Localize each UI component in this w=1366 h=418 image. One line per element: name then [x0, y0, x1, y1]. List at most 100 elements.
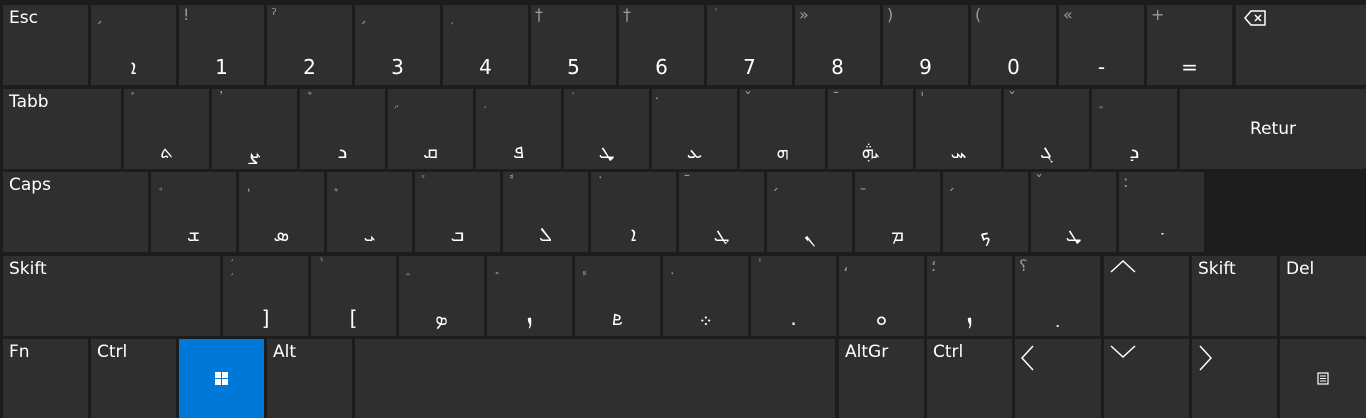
- top-letter-key-8[interactable]: ˇܗ: [740, 89, 825, 169]
- top-letter-key-6[interactable]: ܿܜ: [564, 89, 649, 169]
- bottom-letter-key-2[interactable]: ܵ[: [311, 256, 396, 336]
- altgr-key[interactable]: AltGr: [839, 339, 924, 418]
- arrow-down-key[interactable]: [1104, 339, 1189, 418]
- home-letter-key-11[interactable]: ˇܜ: [1031, 172, 1116, 252]
- key-primary-glyph: 8: [831, 55, 844, 79]
- space-key[interactable]: [355, 339, 835, 418]
- arrow-left-key[interactable]: [1015, 339, 1101, 418]
- top-letter-key-2[interactable]: ܳܨ: [212, 89, 297, 169]
- key-primary-glyph: ܚ: [950, 139, 967, 163]
- delete-key[interactable]: Del: [1280, 256, 1366, 336]
- key-primary-glyph: ܧ: [612, 306, 623, 330]
- top-letter-key-1[interactable]: ܰܬ: [124, 89, 209, 169]
- key-secondary-symbol: ˏ: [947, 172, 955, 191]
- top-letter-key-11[interactable]: ˇܓ: [1004, 89, 1089, 169]
- tab-key-label: Tabb: [9, 92, 49, 112]
- fn-key-label: Fn: [9, 342, 30, 362]
- key-secondary-symbol: ˀ: [271, 5, 277, 24]
- right-shift-key-label: Skift: [1198, 259, 1236, 279]
- top-letter-key-3[interactable]: ܶܖ: [300, 89, 385, 169]
- key-primary-glyph: ܐ: [630, 222, 637, 246]
- home-letter-key-7[interactable]: ˉܛ: [679, 172, 764, 252]
- key-primary-glyph: ܨ: [248, 139, 261, 163]
- number-key-4[interactable]: ˏ3: [355, 5, 440, 85]
- arrow-right-key[interactable]: [1192, 339, 1277, 418]
- top-letter-key-5[interactable]: ܼܦ: [476, 89, 561, 169]
- key-primary-glyph: ܙ: [966, 306, 973, 330]
- enter-key[interactable]: Retur: [1180, 89, 1366, 169]
- number-key-6[interactable]: † 5: [531, 5, 616, 85]
- key-primary-glyph: ܘ: [875, 306, 888, 330]
- bottom-letter-key-10[interactable]: ؟ ܂: [1015, 256, 1100, 336]
- key-secondary-symbol: ˇ: [1035, 172, 1043, 191]
- number-key-9[interactable]: » 8: [795, 5, 880, 85]
- top-letter-key-12[interactable]: ܸܕ: [1092, 89, 1177, 169]
- left-shift-key[interactable]: Skift: [3, 256, 220, 336]
- number-key-1[interactable]: ˏܐ: [91, 5, 176, 85]
- home-letter-key-10[interactable]: ˏܟ: [943, 172, 1028, 252]
- tab-key[interactable]: Tabb: [3, 89, 121, 169]
- bottom-letter-key-7[interactable]: ݃.: [751, 256, 836, 336]
- right-ctrl-key[interactable]: Ctrl: [927, 339, 1012, 418]
- left-ctrl-key[interactable]: Ctrl: [91, 339, 176, 418]
- key-primary-glyph: ܝ: [363, 222, 376, 246]
- options-key[interactable]: [1280, 339, 1366, 418]
- bottom-letter-key-4[interactable]: ܻܙ: [487, 256, 572, 336]
- fn-key[interactable]: Fn: [3, 339, 88, 418]
- home-letter-key-9[interactable]: ˍܡ: [855, 172, 940, 252]
- keyboard-options-icon: [1280, 339, 1366, 418]
- number-key-7[interactable]: † 6: [619, 5, 704, 85]
- key-primary-glyph: ܜ: [598, 139, 615, 163]
- number-key-13[interactable]: + =: [1147, 5, 1232, 85]
- home-letter-key-5[interactable]: ܽܠ: [503, 172, 588, 252]
- key-secondary-symbol: !: [183, 5, 190, 24]
- home-letter-key-1[interactable]: ܱܫ: [151, 172, 236, 252]
- key-primary-glyph: ܦ: [513, 139, 524, 163]
- key-primary-glyph: ܙ: [526, 306, 533, 330]
- key-primary-glyph: ܫ: [187, 222, 200, 246]
- key-secondary-symbol: †: [535, 5, 543, 24]
- key-primary-glyph: ܕ: [1129, 139, 1140, 163]
- number-key-11[interactable]: (0: [971, 5, 1056, 85]
- key-secondary-symbol: ˉ: [832, 89, 840, 108]
- home-letter-key-6[interactable]: ݁ܐ: [591, 172, 676, 252]
- key-primary-glyph: ݀: [1119, 224, 1204, 244]
- key-primary-glyph: =: [1181, 55, 1198, 79]
- caps-lock-key[interactable]: Caps: [3, 172, 148, 252]
- bottom-letter-key-6[interactable]: ݂܀: [663, 256, 748, 336]
- top-letter-key-4[interactable]: ܹܩ: [388, 89, 473, 169]
- key-primary-glyph: ܗ: [776, 139, 789, 163]
- bottom-letter-key-8[interactable]: ، ܘ: [839, 256, 924, 336]
- number-key-3[interactable]: ˀ2: [267, 5, 352, 85]
- key-secondary-symbol: ˉ: [683, 172, 691, 191]
- bottom-letter-key-9[interactable]: ؛ ܙ: [927, 256, 1012, 336]
- number-key-5[interactable]: ܼ4: [443, 5, 528, 85]
- top-letter-key-7[interactable]: ݀ܥ: [652, 89, 737, 169]
- alt-key[interactable]: Alt: [267, 339, 352, 418]
- esc-key[interactable]: Esc: [3, 5, 88, 85]
- windows-key[interactable]: [179, 339, 264, 418]
- key-primary-glyph: ܞ: [861, 139, 880, 163]
- right-shift-key[interactable]: Skift: [1192, 256, 1277, 336]
- number-key-8[interactable]: ܿ7: [707, 5, 792, 85]
- number-key-12[interactable]: «-: [1059, 5, 1144, 85]
- key-primary-glyph: .: [790, 306, 797, 330]
- key-secondary-symbol: :: [1123, 172, 1129, 191]
- bottom-letter-key-5[interactable]: ܾܧ: [575, 256, 660, 336]
- home-letter-key-4[interactable]: ܺܒ: [415, 172, 500, 252]
- home-letter-key-8[interactable]: ˏܢ: [767, 172, 852, 252]
- key-primary-glyph: 5: [567, 55, 580, 79]
- esc-key-label: Esc: [9, 8, 38, 28]
- home-letter-key-12[interactable]: :݀: [1119, 172, 1204, 252]
- number-key-2[interactable]: ! 1: [179, 5, 264, 85]
- windows-logo-icon: [179, 339, 264, 418]
- number-key-10[interactable]: ) 9: [883, 5, 968, 85]
- home-letter-key-3[interactable]: ܷܝ: [327, 172, 412, 252]
- top-letter-key-9[interactable]: ˉܞ: [828, 89, 913, 169]
- arrow-up-key[interactable]: [1104, 256, 1189, 336]
- home-letter-key-2[interactable]: ܴܣ: [239, 172, 324, 252]
- backspace-key[interactable]: [1236, 5, 1366, 85]
- bottom-letter-key-1[interactable]: ܲ]: [223, 256, 308, 336]
- bottom-letter-key-3[interactable]: ܸܤ: [399, 256, 484, 336]
- top-letter-key-10[interactable]: ˈܚ: [916, 89, 1001, 169]
